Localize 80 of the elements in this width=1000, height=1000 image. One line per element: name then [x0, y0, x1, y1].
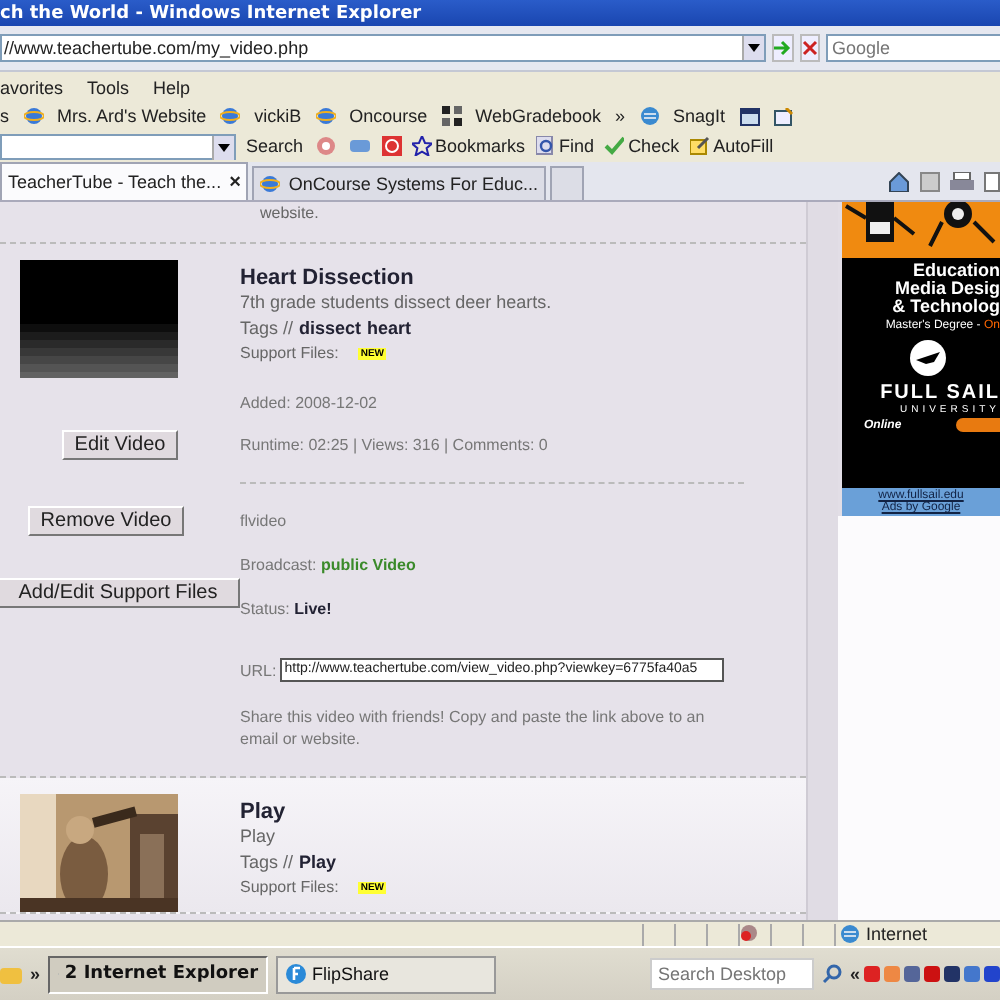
note-icon[interactable] [773, 107, 794, 125]
support-files-label: Support Files: [240, 344, 339, 362]
window-title: ch the World - Windows Internet Explorer [0, 3, 422, 23]
toolbar-button[interactable]: Check [604, 136, 680, 156]
menu-item[interactable]: Tools [87, 78, 130, 98]
video-title[interactable]: Heart Dissection [240, 266, 767, 290]
magnifier-icon [535, 136, 556, 156]
link-button[interactable]: Mrs. Ard's Website [57, 106, 207, 126]
ad-heading: Education [912, 262, 1000, 280]
search-field[interactable] [0, 133, 236, 159]
action-button[interactable]: Add/Edit Support Files [0, 578, 240, 608]
pencil-icon [689, 136, 710, 156]
tag-link[interactable]: Play [299, 852, 337, 872]
link-button[interactable]: Oncourse [349, 106, 428, 126]
toolbar-button[interactable]: Search [246, 136, 304, 156]
desktop-search-field[interactable]: Search Desktop [649, 958, 814, 990]
search-icon[interactable] [821, 964, 842, 984]
tags-label: Tags // [240, 318, 294, 338]
ad-heading: Media Desig [894, 280, 1000, 298]
more-links-button[interactable]: » [615, 106, 626, 126]
video-description: Play [240, 826, 278, 846]
toolbar-button[interactable]: AutoFill [689, 136, 774, 156]
address-field[interactable]: //www.teachertube.com/my_video.php [0, 34, 766, 62]
security-zone: Internet [866, 924, 928, 944]
toolbar-button[interactable]: Bookmarks [411, 136, 526, 156]
action-button[interactable]: Edit Video [62, 430, 178, 460]
description-text: website. [260, 204, 319, 222]
flip-icon [286, 964, 307, 984]
toolbar-button[interactable]: Find [535, 136, 595, 156]
checkmark-icon [604, 136, 625, 156]
taskbar-button[interactable]: FlipShare [276, 955, 497, 993]
support-files-label: Support Files: [240, 878, 339, 896]
action-button[interactable]: Remove Video [28, 506, 184, 536]
ad-heading: & Technolog [892, 298, 1000, 316]
added-date: Added: 2008-12-02 [240, 394, 379, 412]
broadcast-label: Broadcast: [240, 556, 319, 574]
ad-button[interactable] [956, 418, 1000, 432]
taskbar-button[interactable]: 2 Internet Explorer [48, 955, 269, 993]
ad-brand: FULL SAIL [880, 382, 1000, 404]
feed-icon[interactable] [920, 172, 940, 192]
link-button[interactable]: vickiB [254, 106, 302, 126]
menu-item[interactable]: avorites [0, 78, 64, 98]
quick-launch-more-button[interactable]: » [30, 964, 41, 984]
tray-expand-button[interactable]: « [849, 964, 860, 984]
stop-button[interactable] [800, 34, 820, 62]
blocker-icon[interactable] [381, 136, 402, 156]
plane-icon [909, 340, 945, 376]
tag-link[interactable]: heart [367, 318, 412, 338]
printer-icon[interactable] [950, 172, 974, 192]
grid-icon [441, 106, 462, 126]
link-button[interactable]: s [0, 106, 9, 126]
browser-tab[interactable]: OnCourse Systems For Educ... [252, 166, 546, 200]
puzzle-icon[interactable] [347, 136, 372, 156]
video-stats: Runtime: 02:25 | Views: 316 | Comments: 0 [240, 436, 550, 454]
close-tab-button[interactable]: × [229, 171, 241, 193]
page-icon[interactable] [984, 172, 1000, 192]
video-format: flvideo [240, 512, 289, 530]
star-icon [411, 136, 432, 156]
blocked-icon [740, 923, 758, 941]
globe-icon [840, 924, 860, 944]
status-value: Live! [294, 600, 332, 618]
link-button[interactable]: SnagIt [673, 106, 726, 126]
search-field[interactable]: Google [826, 34, 1000, 62]
globe-icon [639, 106, 660, 126]
url-label: URL: [240, 661, 277, 679]
browser-tab[interactable]: TeacherTube - Teach the... × [0, 162, 249, 200]
home-icon[interactable] [888, 172, 910, 192]
link-button[interactable]: WebGradebook [475, 106, 601, 126]
status-label: Status: [240, 600, 292, 618]
close-icon [802, 40, 818, 56]
video-title[interactable]: Play [240, 800, 767, 824]
share-text: Share this video with friends! Copy and paste the link above to an email or website. [240, 706, 707, 752]
window-icon[interactable] [739, 107, 760, 125]
broadcast-value: public Video [320, 556, 416, 574]
tags-label: Tags // [240, 852, 294, 872]
menu-item[interactable]: Help [153, 78, 191, 98]
video-description: 7th grade students dissect deer hearts. [240, 292, 554, 312]
tag-link[interactable]: dissect [299, 318, 362, 338]
arrow-icon [774, 40, 792, 56]
toolbar-icon[interactable] [313, 136, 338, 156]
